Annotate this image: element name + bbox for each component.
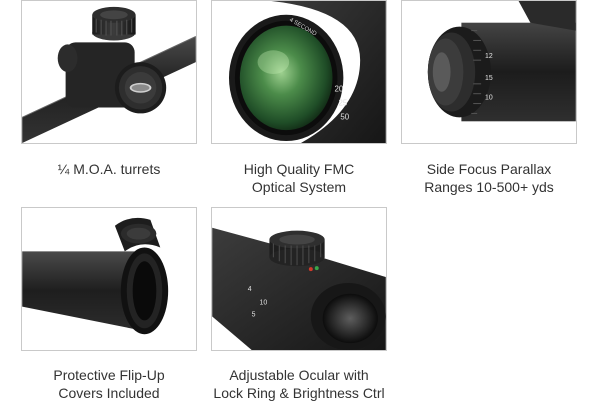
side-focus-number-1: 12 [485,53,493,60]
feature-image-flip-cover [21,207,197,351]
caption-ocular: Adjustable Ocular with Lock Ring & Brigh… [204,366,394,402]
feature-image-turrets [21,0,197,144]
feature-image-objective: 4 SECOND 20 25 50 [211,0,387,144]
caption-side-focus-line-2: Ranges 10-500+ yds [424,179,554,195]
caption-flip-cover-line-2: Covers Included [58,385,160,401]
side-focus-knob-image: 12 15 10 [427,1,576,122]
feature-image-side-focus: 12 15 10 [401,0,577,144]
scope-turrets-image [22,6,196,143]
caption-turrets: ¼ M.O.A. turrets [14,160,204,178]
flip-up-cover-image [22,217,169,335]
feature-image-ocular: 4 10 5 [211,207,387,351]
caption-turrets-line-1: ¼ M.O.A. turrets [57,161,161,177]
ocular-number-3: 5 [252,311,256,318]
caption-optical-system: High Quality FMC Optical System [204,160,394,196]
objective-lens-image: 4 SECOND 20 25 50 [228,1,386,143]
caption-ocular-line-2: Lock Ring & Brightness Ctrl [213,385,385,401]
caption-ocular-line-1: Adjustable Ocular with [229,367,369,383]
objective-number-1: 20 [335,85,344,94]
caption-flip-cover-line-1: Protective Flip-Up [53,367,165,383]
caption-flip-cover: Protective Flip-Up Covers Included [14,366,204,402]
objective-number-2: 25 [338,99,347,108]
ocular-lens-image: 4 10 5 [212,227,386,350]
ocular-number-2: 10 [260,300,268,307]
objective-number-3: 50 [340,112,349,121]
ocular-number-1: 4 [248,286,252,293]
caption-optical-line-2: Optical System [251,179,347,195]
side-focus-number-2: 15 [485,75,493,82]
side-focus-number-3: 10 [485,95,493,102]
caption-side-focus-line-1: Side Focus Parallax [426,161,552,177]
caption-optical-line-1: High Quality FMC [243,161,355,177]
caption-side-focus: Side Focus Parallax Ranges 10-500+ yds [394,160,584,196]
